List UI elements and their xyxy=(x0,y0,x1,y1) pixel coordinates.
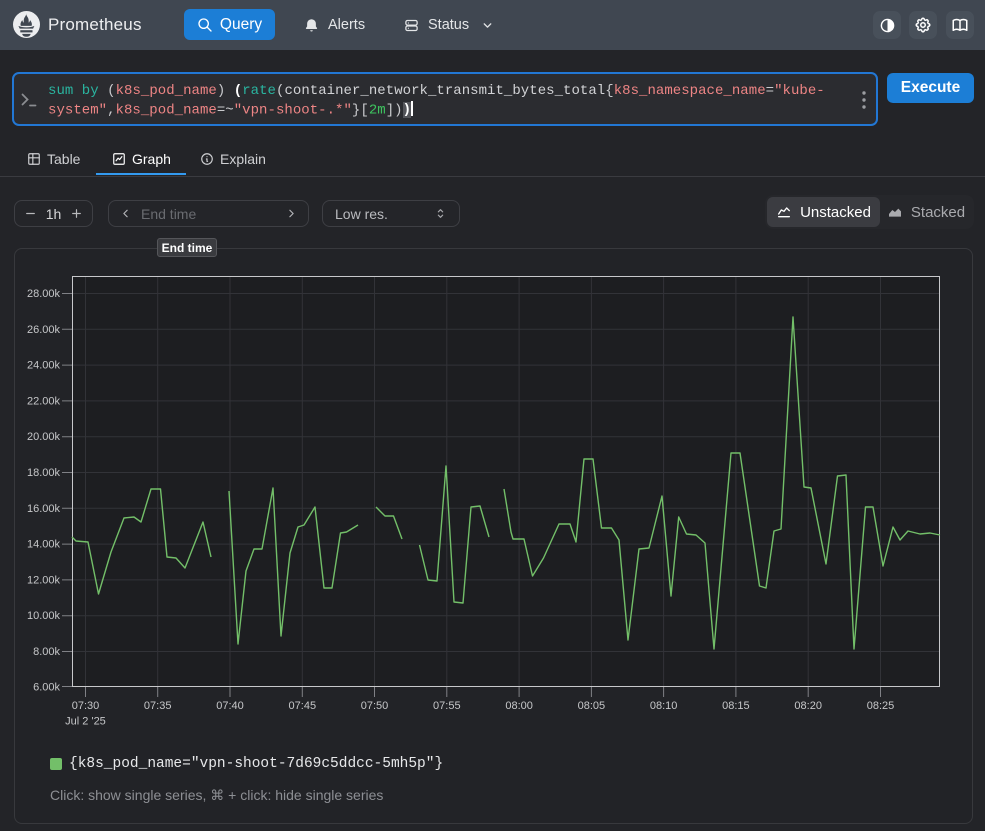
svg-text:26.00k: 26.00k xyxy=(27,324,61,336)
svg-text:08:00: 08:00 xyxy=(505,700,533,712)
svg-text:18.00k: 18.00k xyxy=(27,467,61,479)
svg-text:10.00k: 10.00k xyxy=(27,610,61,622)
svg-text:08:20: 08:20 xyxy=(794,700,822,712)
svg-text:08:10: 08:10 xyxy=(650,700,678,712)
svg-text:16.00k: 16.00k xyxy=(27,503,61,515)
svg-text:07:45: 07:45 xyxy=(289,700,317,712)
svg-text:07:50: 07:50 xyxy=(361,700,389,712)
svg-text:28.00k: 28.00k xyxy=(27,288,61,300)
svg-text:22.00k: 22.00k xyxy=(27,395,61,407)
svg-text:Jul 2 '25: Jul 2 '25 xyxy=(65,716,106,728)
svg-text:8.00k: 8.00k xyxy=(33,646,60,658)
svg-text:07:35: 07:35 xyxy=(144,700,172,712)
svg-text:20.00k: 20.00k xyxy=(27,431,61,443)
svg-text:07:55: 07:55 xyxy=(433,700,461,712)
svg-text:12.00k: 12.00k xyxy=(27,574,61,586)
svg-text:24.00k: 24.00k xyxy=(27,360,61,372)
svg-text:08:25: 08:25 xyxy=(867,700,895,712)
svg-text:6.00k: 6.00k xyxy=(33,681,60,693)
svg-text:07:40: 07:40 xyxy=(216,700,244,712)
svg-text:14.00k: 14.00k xyxy=(27,539,61,551)
svg-text:07:30: 07:30 xyxy=(72,700,100,712)
svg-text:08:15: 08:15 xyxy=(722,700,750,712)
svg-text:08:05: 08:05 xyxy=(578,700,606,712)
